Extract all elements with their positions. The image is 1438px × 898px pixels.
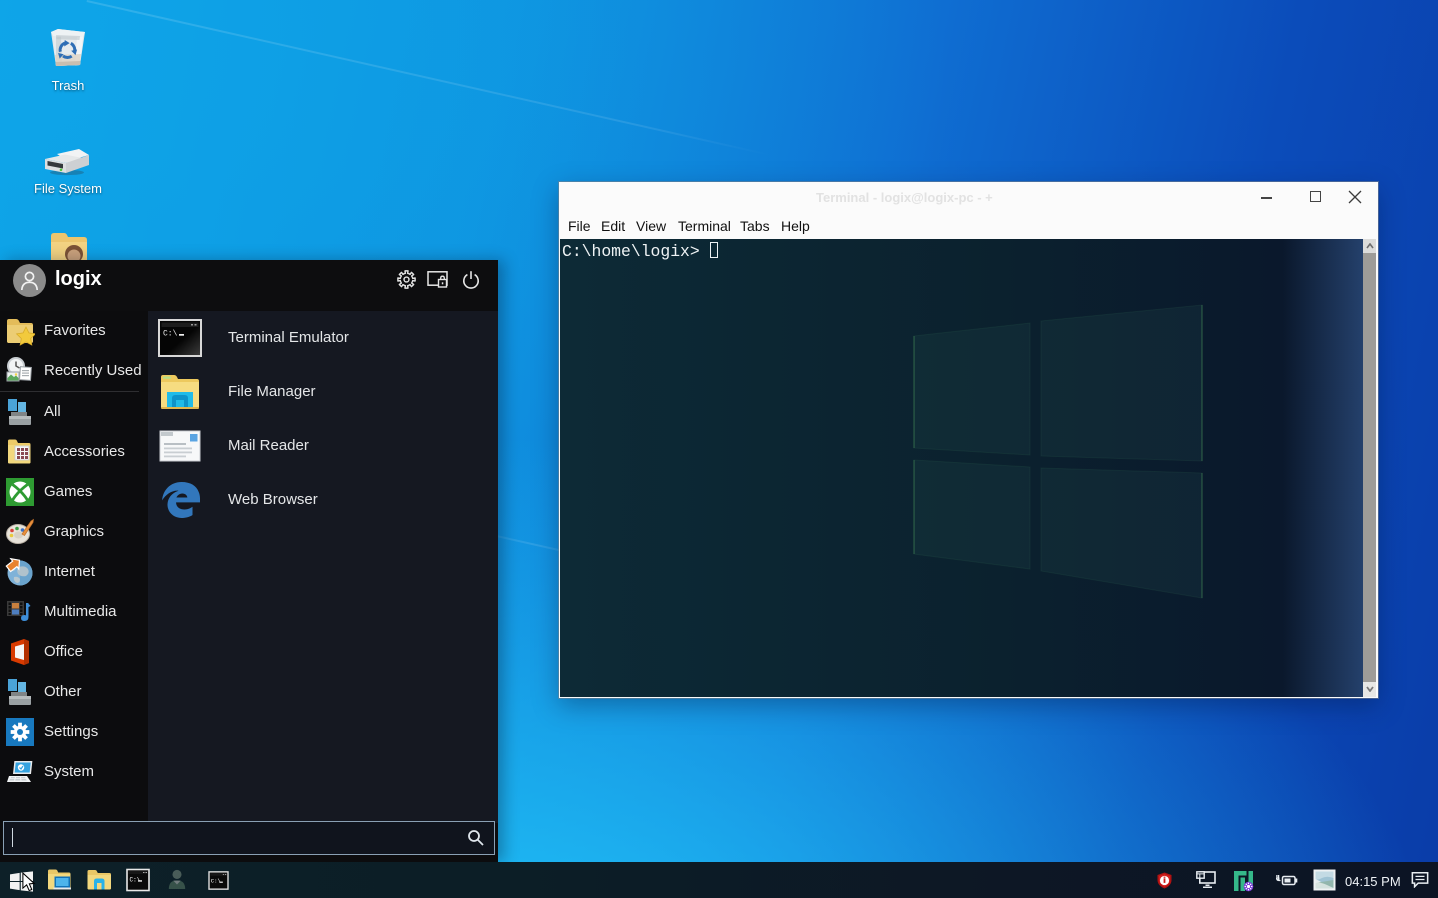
svg-text:C:\: C:\	[211, 878, 222, 885]
svg-text:C:\: C:\	[163, 330, 178, 339]
svg-text:C:\: C:\	[130, 877, 141, 884]
